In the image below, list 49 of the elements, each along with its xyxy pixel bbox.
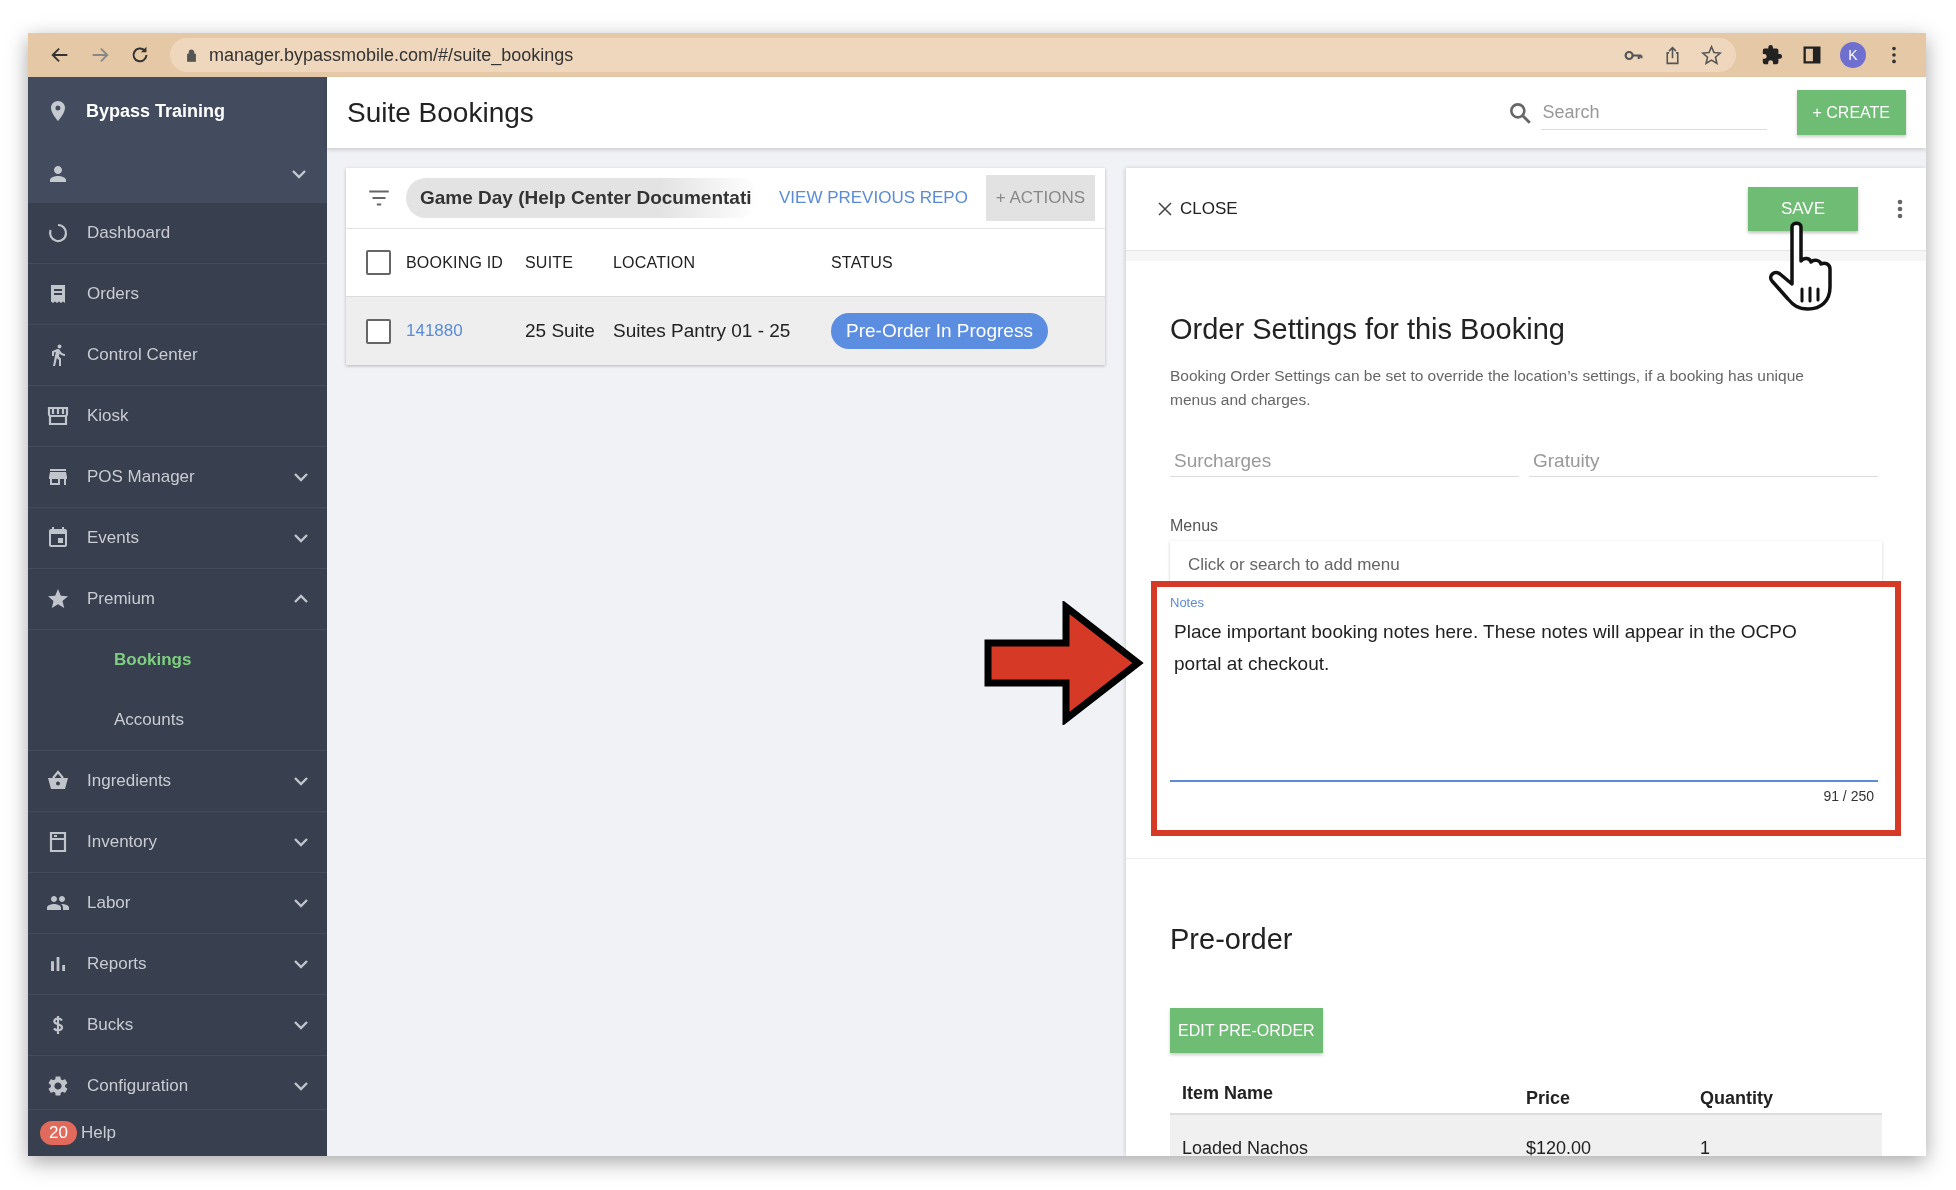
help-link[interactable]: Help xyxy=(80,1123,116,1143)
star-icon xyxy=(46,587,70,611)
section-description: Booking Order Settings can be set to override the location’s settings, if a booking has unique menus and charges. xyxy=(1170,366,1805,410)
table-cell-text: 25 Suite xyxy=(525,320,596,342)
storefront-icon xyxy=(46,404,70,428)
sidebar-item[interactable]: POS Manager xyxy=(28,447,327,508)
character-counter: 91 / 250 xyxy=(1822,788,1875,804)
section-title: Order Settings for this Booking xyxy=(1170,313,1566,346)
sidebar-item[interactable]: Events xyxy=(28,508,327,569)
column-header: BOOKING ID xyxy=(406,253,505,272)
star-outline-icon[interactable] xyxy=(1701,44,1722,66)
view-previous-report-link[interactable]: VIEW PREVIOUS REPO xyxy=(779,188,986,208)
table-cell-text: $120.00 xyxy=(1526,1138,1593,1156)
column-header: Price xyxy=(1526,1086,1572,1109)
column-header: Item Name xyxy=(1182,1082,1275,1104)
url-text: manager.bypassmobile.com/#/suite_bookings xyxy=(209,44,575,66)
dashboard-icon xyxy=(46,221,70,245)
status-badge: Pre-Order In Progress xyxy=(831,313,1048,349)
table-cell-text: 1 xyxy=(1700,1138,1711,1156)
lock-icon xyxy=(184,47,199,63)
table-cell-text: Loaded Nachos xyxy=(1182,1138,1310,1156)
gear-icon xyxy=(46,1074,70,1098)
field-label: Notes xyxy=(1170,595,1205,610)
column-header: STATUS xyxy=(831,253,894,272)
calendar-icon xyxy=(46,526,70,550)
section-title: Pre-order xyxy=(1170,923,1294,956)
address-bar[interactable]: manager.bypassmobile.com/#/suite_bookings xyxy=(170,38,1736,72)
profile-avatar[interactable]: K xyxy=(1840,42,1866,68)
close-icon xyxy=(1156,200,1174,218)
select-all-checkbox[interactable] xyxy=(366,250,391,275)
close-button[interactable]: CLOSE xyxy=(1156,199,1748,219)
column-header: SUITE xyxy=(525,253,575,272)
row-checkbox[interactable] xyxy=(366,318,391,344)
booking-row[interactable]: 141880 25 Suite Suites Pantry 01 - 25 Pre-Order In Progress xyxy=(346,296,1105,365)
field-label: Menus xyxy=(1170,517,1220,535)
organization-name: Bypass Training xyxy=(86,100,226,122)
table-cell-text: Suites Pantry 01 - 25 xyxy=(613,320,792,342)
column-header: LOCATION xyxy=(613,253,697,272)
more-options-icon[interactable] xyxy=(1896,197,1904,221)
sidebar-subitem[interactable]: Accounts xyxy=(28,690,327,750)
page-title: Suite Bookings xyxy=(347,96,535,129)
notification-badge: 20 xyxy=(40,1121,77,1145)
sidebar-subitem[interactable]: Bookings xyxy=(28,630,327,690)
puzzle-icon[interactable] xyxy=(1761,44,1783,66)
column-header: Quantity xyxy=(1700,1086,1774,1109)
menus-field[interactable]: Click or search to add menu xyxy=(1170,541,1882,583)
sidebar-item[interactable]: Ingredients xyxy=(28,751,327,812)
side-panel-icon[interactable] xyxy=(1801,44,1823,66)
arrow-icon xyxy=(984,601,1144,725)
